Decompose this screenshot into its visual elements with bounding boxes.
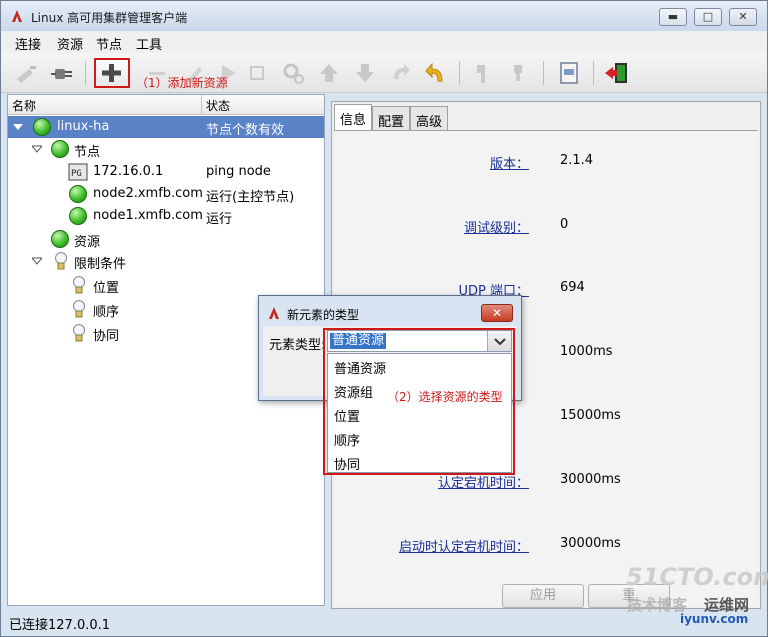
dialog-title: 新元素的类型 [287,308,360,322]
tree-item-label: 顺序 [93,305,120,320]
title-bar: Linux 高可用集群管理客户端 ▬ □ ✕ [1,1,767,31]
tree-item-label: 限制条件 [74,257,127,272]
up-icon[interactable] [315,59,343,87]
info-value-initdead: 30000ms [560,536,621,551]
active-icon[interactable] [504,59,532,87]
redo-icon[interactable] [386,59,414,87]
add-icon[interactable] [94,58,130,88]
ping-node-icon: PG [68,163,88,181]
info-value-warntime: 15000ms [560,408,621,423]
cleanup-icon[interactable] [279,59,307,87]
tree-item-label: node1.xmfb.com [93,208,203,223]
info-value-udp: 694 [560,280,585,295]
menu-connect[interactable]: 连接 [15,34,41,53]
expand-arrow-icon[interactable] [13,122,23,132]
connection-status: 已连接127.0.0.1 [9,618,111,633]
expand-arrow-icon[interactable] [32,144,42,154]
tree-row-location[interactable]: 位置 [8,274,324,296]
maximize-button[interactable]: □ [694,8,722,26]
tree-item-status: 运行(主控节点) [206,190,295,205]
lightbulb-icon [73,324,85,342]
close-button[interactable]: ✕ [729,8,757,26]
watermark-blog: 技术博客 [627,596,688,614]
lightbulb-icon [55,252,67,270]
info-label-debug[interactable]: 调试级别： [329,217,529,236]
toolbar-separator [459,61,460,85]
tree-item-label: 172.16.0.1 [93,164,164,179]
tree-row-resources[interactable]: 资源 [8,228,324,250]
tree-row-cluster[interactable]: linux-ha 节点个数有效 [8,116,324,138]
menu-tools[interactable]: 工具 [136,34,162,53]
tree-row-node2[interactable]: node2.xmfb.com 运行(主控节点) [8,183,324,205]
tree-item-label: 资源 [74,235,101,250]
info-label-initdead[interactable]: 启动时认定宕机时间： [329,536,529,555]
status-ok-icon [69,207,87,225]
dialog-close-button[interactable]: ✕ [481,304,513,322]
tree-item-label: 协同 [93,329,120,344]
info-value-keepalive: 1000ms [560,344,613,359]
watermark-yunwei: 运维网 [704,596,750,614]
toolbar-separator [543,61,544,85]
down-icon[interactable] [351,59,379,87]
toolbar-separator [85,61,86,85]
tree-header: 名称 状态 [8,95,324,115]
tree-item-label: node2.xmfb.com [93,186,203,201]
app-logo-icon [269,307,279,319]
connect-icon[interactable] [13,59,41,87]
tree-item-label: linux-ha [57,119,110,134]
column-status[interactable]: 状态 [206,97,230,114]
info-value-debug: 0 [560,217,569,232]
undo-icon[interactable] [422,59,450,87]
lightbulb-icon [73,276,85,294]
tab-info[interactable]: 信息 [334,104,373,130]
status-ok-icon [51,140,69,158]
app-logo-icon [12,10,22,22]
standby-icon[interactable] [469,59,497,87]
tree-item-status: 节点个数有效 [206,123,285,138]
column-name[interactable]: 名称 [12,97,36,114]
apply-button[interactable]: 应用 [502,584,584,608]
tab-config[interactable]: 配置 [372,106,411,130]
tree-item-label: 位置 [93,281,120,296]
toolbar-annotation: （1）添加新资源 [136,76,228,90]
tree-item-status: ping node [206,164,271,179]
tree-item-label: 节点 [74,145,101,160]
minimize-button[interactable]: ▬ [659,8,687,26]
menu-nodes[interactable]: 节点 [96,34,122,53]
tree-item-status: 运行 [206,212,233,227]
exit-icon[interactable] [603,59,631,87]
tree-row-node1[interactable]: node1.xmfb.com 运行 [8,205,324,227]
window-title: Linux 高可用集群管理客户端 [31,11,188,25]
tree-row-nodes[interactable]: 节点 [8,138,324,160]
dropdown-annotation: （2）选择资源的类型 [387,390,503,404]
element-type-label: 元素类型: [269,338,326,353]
status-ok-icon [33,118,51,136]
disconnect-icon[interactable] [49,59,77,87]
lightbulb-icon [73,300,85,318]
tree-row-constraints[interactable]: 限制条件 [8,250,324,272]
watermark-51cto: 51CTO.com [626,563,768,591]
info-value-deadtime: 30000ms [560,472,621,487]
stop-icon[interactable] [243,59,271,87]
toolbar-separator [593,61,594,85]
info-value-version: 2.1.4 [560,153,594,168]
info-label-version[interactable]: 版本： [329,153,529,172]
tab-advanced[interactable]: 高级 [410,106,449,130]
expand-arrow-icon[interactable] [32,256,42,266]
menu-bar: 连接 资源 节点 工具 [1,31,767,53]
status-ok-icon [51,230,69,248]
view-icon[interactable] [555,59,583,87]
tree-row-ping-node[interactable]: PG 172.16.0.1 ping node [8,161,324,183]
menu-resources[interactable]: 资源 [57,34,83,53]
svg-text:PG: PG [71,169,82,179]
status-ok-icon [69,185,87,203]
